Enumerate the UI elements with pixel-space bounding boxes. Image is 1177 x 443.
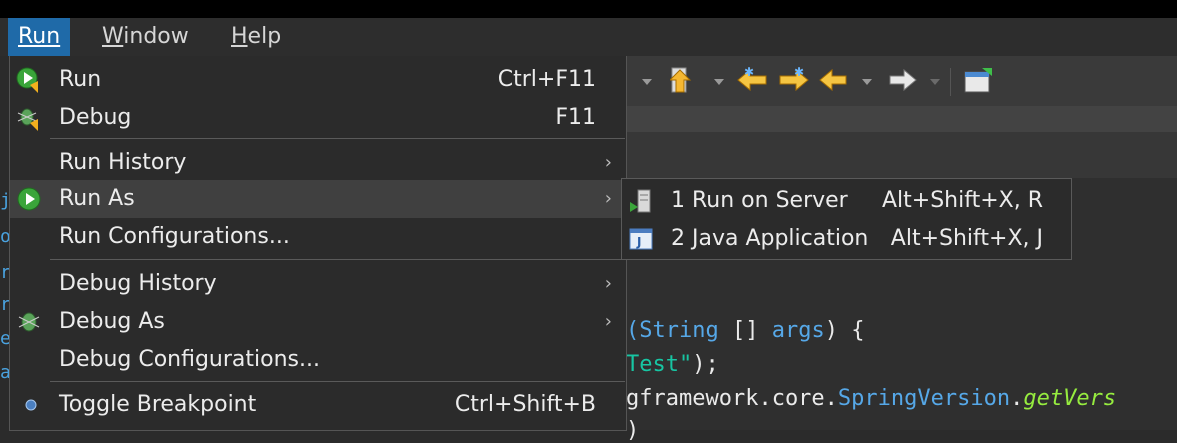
- code-line: gframework.core.SpringVersion.getVers: [626, 386, 1117, 411]
- submenu-arrow-icon: ›: [604, 311, 612, 332]
- menu-separator: [50, 138, 625, 139]
- menu-item-debug-configurations[interactable]: Debug Configurations...: [10, 341, 626, 379]
- svg-text:J: J: [636, 235, 641, 249]
- server-icon: [630, 189, 651, 213]
- run-as-submenu: 1 Run on Server Alt+Shift+X, R J 2 Java …: [621, 178, 1072, 260]
- next-edit-location-icon[interactable]: ✱: [776, 66, 810, 96]
- code-line: (String [] args) {: [626, 318, 865, 343]
- breakpoint-icon: [25, 399, 37, 411]
- menu-separator: [50, 259, 625, 260]
- dropdown-arrow-icon[interactable]: [640, 66, 654, 96]
- toolbar-separator: [950, 68, 951, 96]
- debug-bug-icon: [17, 108, 38, 131]
- open-perspective-icon[interactable]: [962, 66, 994, 96]
- back-arrow-icon[interactable]: [818, 66, 848, 96]
- next-annotation-icon[interactable]: [670, 66, 700, 96]
- menu-separator: [50, 381, 625, 382]
- previous-edit-location-icon[interactable]: ✱: [736, 66, 770, 96]
- menu-item-run-configurations[interactable]: Run Configurations...: [10, 218, 626, 256]
- menu-item-debug-history[interactable]: Debug History ›: [10, 265, 626, 303]
- menu-item-run-history[interactable]: Run History ›: [10, 144, 626, 182]
- dropdown-arrow-icon[interactable]: [712, 66, 726, 96]
- editor-header: [626, 132, 1177, 178]
- code-line: ): [626, 418, 640, 443]
- code-line: Test");: [626, 352, 719, 377]
- dropdown-arrow-icon[interactable]: [860, 66, 874, 96]
- menu-help[interactable]: Help: [221, 18, 291, 56]
- submenu-item-java-application[interactable]: J 2 Java Application Alt+Shift+X, J: [622, 220, 1071, 258]
- run-icon: [16, 67, 38, 93]
- menu-item-run-as[interactable]: Run As ›: [10, 180, 626, 218]
- editor-tab-bar: [626, 106, 1177, 132]
- svg-text:✱: ✱: [794, 66, 804, 79]
- submenu-item-run-on-server[interactable]: 1 Run on Server Alt+Shift+X, R: [622, 182, 1071, 220]
- submenu-arrow-icon: ›: [604, 188, 612, 209]
- menu-item-debug[interactable]: Debug F11: [10, 99, 626, 137]
- menu-bar: Run Window Help: [0, 18, 1177, 56]
- java-application-icon: J: [629, 228, 653, 250]
- run-as-play-icon: [17, 187, 41, 211]
- menu-run[interactable]: Run: [8, 18, 71, 56]
- menu-window[interactable]: Window: [92, 18, 199, 56]
- svg-text:✱: ✱: [744, 66, 754, 79]
- left-gutter: j o r r e a: [0, 178, 11, 430]
- title-bar: [0, 0, 1177, 18]
- submenu-arrow-icon: ›: [604, 273, 612, 294]
- menu-item-toggle-breakpoint[interactable]: Toggle Breakpoint Ctrl+Shift+B: [10, 386, 626, 424]
- toolbar: ✱ ✱: [626, 56, 1177, 106]
- forward-arrow-icon[interactable]: [888, 66, 918, 96]
- debug-as-bug-icon: [18, 312, 40, 332]
- menu-item-run[interactable]: Run Ctrl+F11: [10, 61, 626, 99]
- run-menu: Run Ctrl+F11 Debug F11 Run History › Run…: [9, 56, 627, 431]
- dropdown-arrow-icon[interactable]: [928, 66, 942, 96]
- submenu-arrow-icon: ›: [604, 152, 612, 173]
- menu-item-debug-as[interactable]: Debug As ›: [10, 303, 626, 341]
